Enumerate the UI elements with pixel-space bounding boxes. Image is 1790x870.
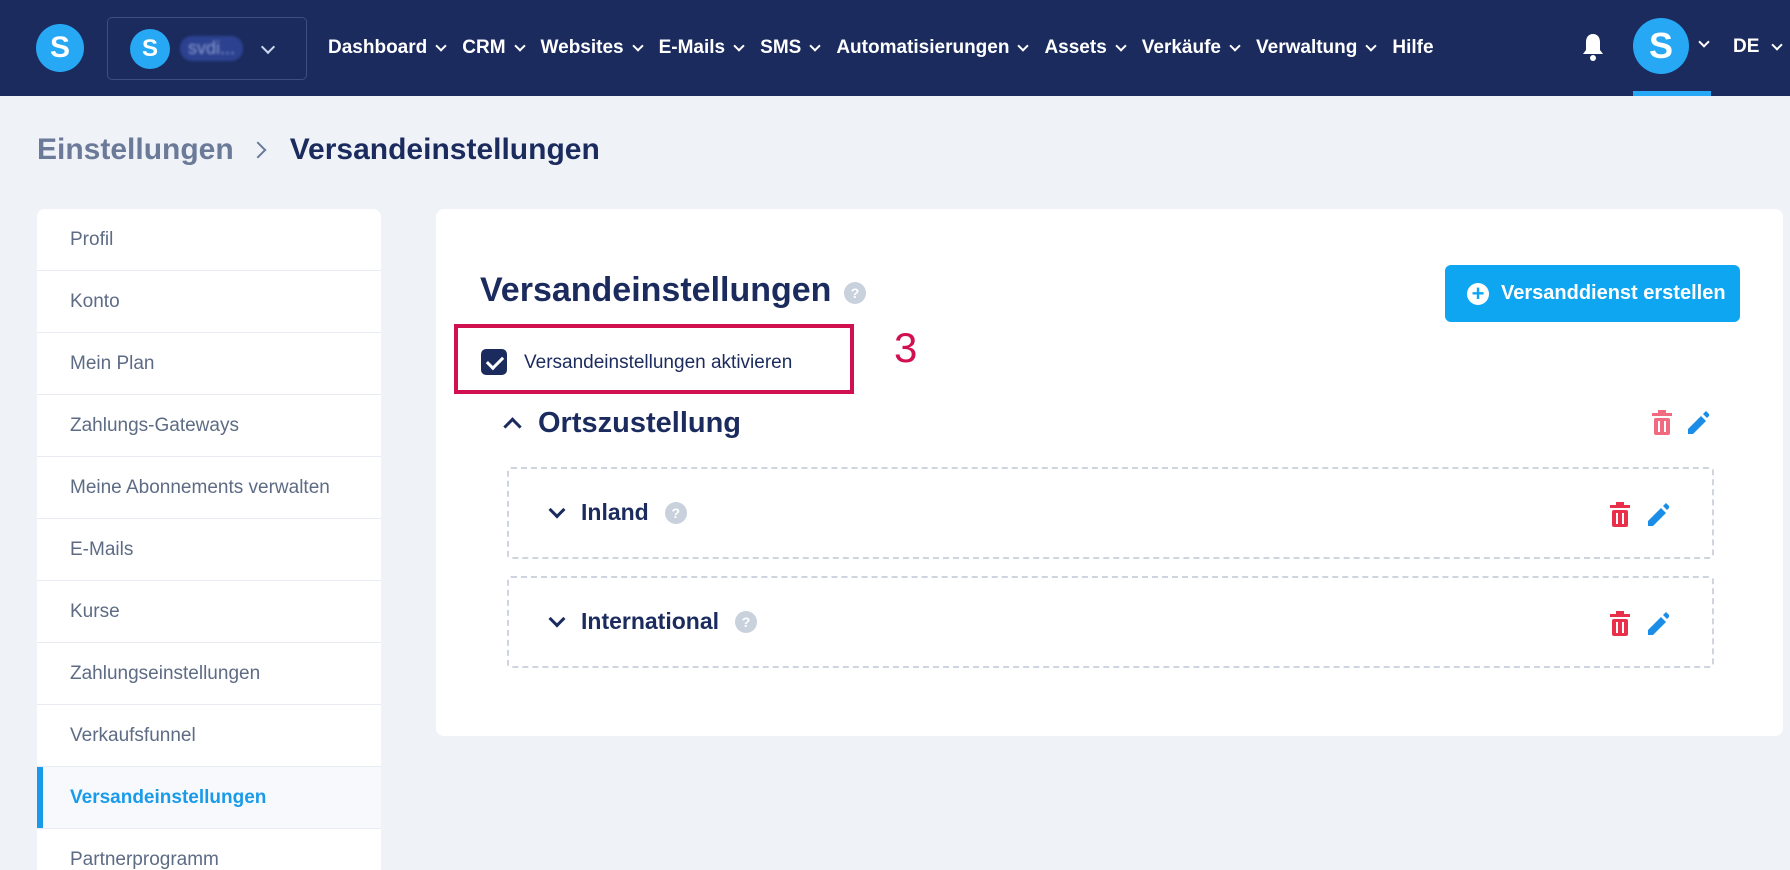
nav-verwaltung[interactable]: Verwaltung — [1256, 37, 1378, 59]
nav-label: Websites — [540, 37, 624, 58]
sidebar-item-emails[interactable]: E-Mails — [37, 519, 381, 581]
create-button-label: Versanddienst erstellen — [1501, 282, 1726, 304]
zone-header[interactable]: Inland ? — [548, 499, 687, 526]
sidebar-item-konto[interactable]: Konto — [37, 271, 381, 333]
settings-sidebar: Profil Konto Mein Plan Zahlungs-Gateways… — [37, 209, 381, 870]
nav-label: Dashboard — [328, 37, 428, 58]
chevron-down-icon — [1229, 39, 1241, 52]
nav-assets[interactable]: Assets — [1044, 37, 1127, 59]
plus-circle-icon: + — [1467, 282, 1489, 305]
chevron-down-icon — [1115, 39, 1127, 52]
language-label: DE — [1733, 36, 1760, 57]
language-switcher[interactable]: DE — [1733, 36, 1784, 58]
enable-shipping-label[interactable]: Versandeinstellungen aktivieren — [524, 352, 792, 374]
help-icon[interactable]: ? — [735, 610, 758, 633]
zone-title: International — [581, 608, 720, 634]
sidebar-item-zahlungseinstellungen[interactable]: Zahlungseinstellungen — [37, 643, 381, 705]
nav-automatisierungen[interactable]: Automatisierungen — [836, 37, 1030, 59]
sidebar-item-versandeinstellungen[interactable]: Versandeinstellungen — [37, 767, 381, 829]
chevron-down-icon[interactable] — [548, 501, 566, 518]
breadcrumb-current: Versandeinstellungen — [289, 133, 600, 166]
zone-card: Inland ? — [507, 467, 1714, 559]
sidebar-item-abonnements[interactable]: Meine Abonnements verwalten — [37, 457, 381, 519]
chevron-down-icon[interactable] — [548, 610, 566, 627]
nav-label: SMS — [760, 37, 802, 58]
account-switcher[interactable]: S svdi... — [107, 17, 307, 80]
nav-hilfe[interactable]: Hilfe — [1392, 37, 1433, 59]
breadcrumb-parent[interactable]: Einstellungen — [37, 133, 234, 167]
nav-label: E-Mails — [658, 37, 726, 58]
user-avatar[interactable]: S — [1633, 18, 1689, 74]
nav-label: Verwaltung — [1256, 37, 1358, 58]
zone-header[interactable]: International ? — [548, 608, 758, 635]
shipping-settings-panel: Versandeinstellungen ? + Versanddienst e… — [436, 209, 1783, 736]
sidebar-item-zahlungs-gateways[interactable]: Zahlungs-Gateways — [37, 395, 381, 457]
main-nav: Dashboard CRM Websites E-Mails SMS Autom… — [328, 0, 1451, 96]
zone-card: International ? — [507, 576, 1714, 668]
pencil-icon[interactable] — [1645, 501, 1669, 527]
nav-crm[interactable]: CRM — [462, 37, 526, 59]
chevron-down-icon — [809, 39, 821, 52]
chevron-down-icon — [1365, 39, 1378, 52]
chevron-down-icon — [631, 39, 644, 52]
chevron-right-icon — [249, 141, 267, 159]
enable-shipping-checkbox[interactable] — [481, 349, 507, 375]
nav-verkaeufe[interactable]: Verkäufe — [1141, 37, 1241, 59]
account-name: svdi... — [180, 36, 244, 61]
chevron-down-icon — [1771, 38, 1784, 51]
page-title: Versandeinstellungen — [480, 271, 832, 309]
chevron-down-icon — [733, 39, 745, 52]
app-logo[interactable]: S — [36, 24, 84, 72]
sidebar-item-verkaufsfunnel[interactable]: Verkaufsfunnel — [37, 705, 381, 767]
avatar-active-indicator — [1633, 91, 1711, 96]
help-icon[interactable]: ? — [844, 282, 866, 304]
zone-title: Inland — [581, 499, 649, 525]
nav-label: Hilfe — [1392, 37, 1434, 58]
sidebar-item-partnerprogramm[interactable]: Partnerprogramm — [37, 829, 381, 870]
chevron-down-icon — [260, 39, 276, 54]
sidebar-item-mein-plan[interactable]: Mein Plan — [37, 333, 381, 395]
nav-dashboard[interactable]: Dashboard — [328, 37, 447, 59]
sidebar-item-kurse[interactable]: Kurse — [37, 581, 381, 643]
trash-icon[interactable] — [1608, 611, 1632, 637]
top-navigation-bar: S S svdi... Dashboard CRM Websites E-Mai… — [0, 0, 1790, 96]
nav-label: Automatisierungen — [836, 37, 1010, 58]
account-logo: S — [130, 28, 170, 69]
pencil-icon[interactable] — [1645, 610, 1669, 636]
chevron-down-icon — [513, 39, 526, 52]
nav-websites[interactable]: Websites — [540, 37, 644, 59]
chevron-down-icon[interactable] — [1698, 36, 1710, 48]
chevron-up-icon[interactable] — [503, 417, 522, 436]
annotation-number: 3 — [894, 324, 918, 371]
nav-label: Verkäufe — [1141, 37, 1222, 58]
section-title: Ortszustellung — [538, 407, 742, 439]
section-header[interactable]: Ortszustellung — [503, 407, 742, 440]
help-icon[interactable]: ? — [664, 501, 687, 524]
chevron-down-icon — [435, 39, 447, 52]
chevron-down-icon — [1017, 39, 1030, 52]
nav-sms[interactable]: SMS — [760, 37, 821, 59]
nav-emails[interactable]: E-Mails — [658, 37, 745, 59]
breadcrumb: Einstellungen Versandeinstellungen — [37, 133, 600, 167]
trash-icon[interactable] — [1608, 502, 1632, 528]
trash-icon[interactable] — [1650, 410, 1674, 436]
sidebar-item-profil[interactable]: Profil — [37, 209, 381, 271]
create-shipping-service-button[interactable]: + Versanddienst erstellen — [1445, 265, 1740, 322]
pencil-icon[interactable] — [1685, 409, 1709, 435]
nav-label: Assets — [1044, 37, 1107, 58]
bell-icon[interactable] — [1581, 31, 1605, 63]
nav-label: CRM — [462, 37, 506, 58]
